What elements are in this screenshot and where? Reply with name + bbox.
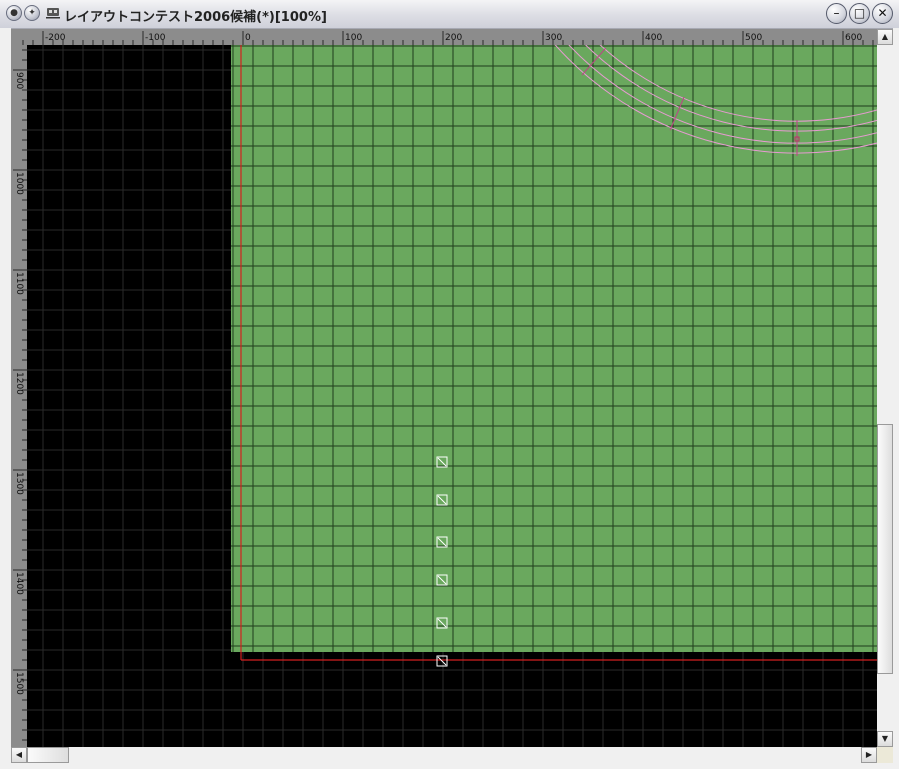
minimize-button[interactable]: – [826, 3, 847, 24]
close-icon: ✕ [877, 6, 888, 20]
ruler-top-label: -100 [145, 33, 166, 43]
ruler-top-label: 600 [845, 33, 862, 43]
layout-editor-window: ● ✦ レイアウトコンテスト2006候補(*)[100%] – □ ✕ -200… [0, 0, 899, 769]
ruler-top-label: -200 [45, 33, 66, 43]
layout-canvas[interactable] [27, 45, 877, 747]
train-icon [46, 8, 60, 19]
maximize-icon: □ [853, 6, 866, 20]
scroll-left-button[interactable]: ◀ [11, 747, 27, 763]
horizontal-ruler: -200 -100 0 100 200 300 400 500 600 [11, 29, 877, 45]
scroll-right-button[interactable]: ▶ [861, 747, 877, 763]
circle-menu-icon[interactable]: ● [6, 5, 22, 21]
close-button[interactable]: ✕ [872, 3, 893, 24]
arrow-left-icon: ◀ [15, 750, 23, 759]
scroll-down-button[interactable]: ▼ [877, 731, 893, 747]
ruler-top-label: 200 [445, 33, 462, 43]
ruler-top-label: 400 [645, 33, 662, 43]
ruler-left-label: 900 [14, 72, 24, 89]
arrow-up-icon: ▲ [881, 32, 889, 41]
maximize-button[interactable]: □ [849, 3, 870, 24]
window-frame-right [893, 28, 899, 769]
ruler-left-label: 1300 [14, 472, 24, 495]
pin-icon[interactable]: ✦ [24, 5, 40, 21]
title-bar[interactable]: ● ✦ レイアウトコンテスト2006候補(*)[100%] – □ ✕ [0, 0, 899, 29]
horizontal-scroll-thumb[interactable] [27, 747, 69, 763]
ruler-left-label: 1500 [14, 672, 24, 695]
window-frame-left [0, 28, 11, 769]
ruler-left-label: 1100 [14, 272, 24, 295]
vertical-scroll-thumb[interactable] [877, 424, 893, 674]
ruler-top-label: 0 [245, 33, 251, 43]
scroll-up-button[interactable]: ▲ [877, 29, 893, 45]
marker[interactable] [436, 655, 448, 667]
window-frame-bottom [0, 763, 899, 769]
horizontal-scrollbar[interactable]: ◀ ▶ [11, 747, 877, 763]
ruler-top-label: 300 [545, 33, 562, 43]
layout-board[interactable] [231, 45, 877, 652]
arrow-down-icon: ▼ [881, 734, 889, 743]
window-title: レイアウトコンテスト2006候補(*)[100%] [64, 10, 327, 25]
ruler-top-label: 100 [345, 33, 362, 43]
minimize-icon: – [833, 6, 840, 20]
vertical-scrollbar[interactable]: ▲ ▼ [877, 29, 893, 747]
arrow-right-icon: ▶ [865, 750, 873, 759]
ruler-top-label: 500 [745, 33, 762, 43]
vertical-ruler: 900 1000 1100 1200 1300 1400 1500 [11, 45, 27, 747]
ruler-left-label: 1400 [14, 572, 24, 595]
ruler-left-label: 1200 [14, 372, 24, 395]
ruler-left-label: 1000 [14, 172, 24, 195]
